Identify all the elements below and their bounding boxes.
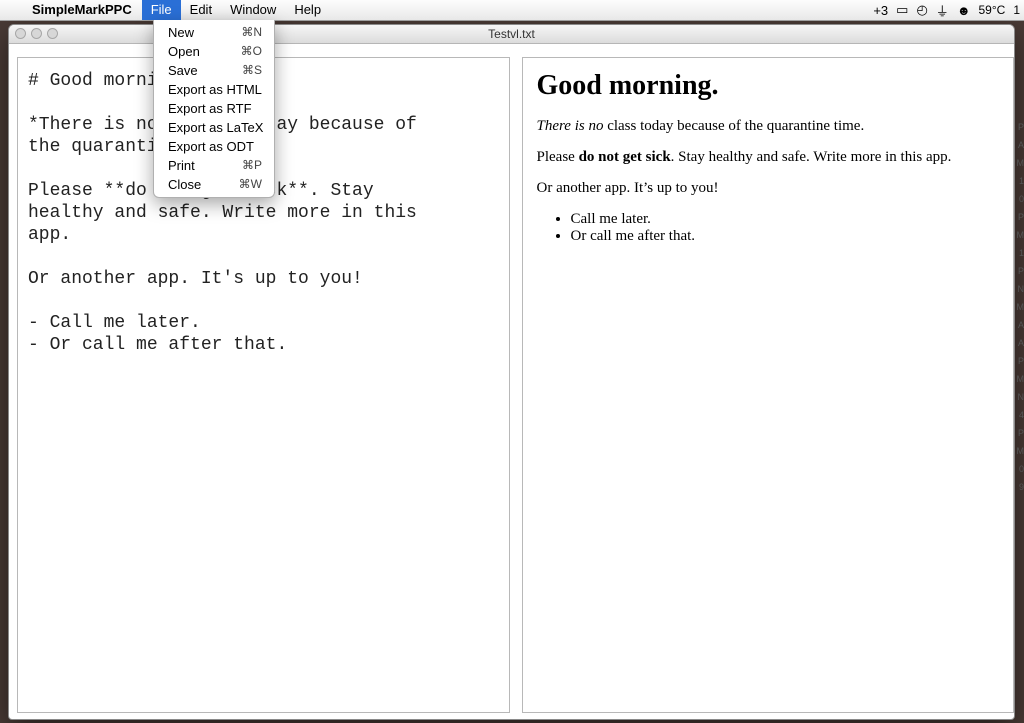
menu-item-shortcut: ⌘S bbox=[242, 62, 262, 79]
markdown-preview: Good morning. There is no class today be… bbox=[523, 58, 1014, 271]
preview-em: There is no bbox=[537, 118, 604, 134]
close-window-button[interactable] bbox=[15, 28, 26, 39]
preview-list-item: Call me later. bbox=[571, 211, 1000, 228]
network-icon[interactable]: ⏚ bbox=[936, 1, 949, 20]
menu-item-label: Save bbox=[168, 62, 198, 79]
menu-item-label: Export as LaTeX bbox=[168, 119, 263, 136]
preview-text: class today because of the quarantine ti… bbox=[603, 118, 864, 134]
menu-item-save[interactable]: Save ⌘S bbox=[154, 61, 274, 80]
menu-item-label: Export as ODT bbox=[168, 138, 254, 155]
menu-item-export-html[interactable]: Export as HTML bbox=[154, 80, 274, 99]
menu-file[interactable]: File bbox=[142, 0, 181, 20]
menu-item-label: Export as HTML bbox=[168, 81, 262, 98]
cpu-temp: 59°C bbox=[979, 3, 1006, 17]
menu-help[interactable]: Help bbox=[285, 0, 330, 20]
ghost-icon[interactable]: ☻ bbox=[957, 3, 971, 18]
preview-list: Call me later. Or call me after that. bbox=[555, 211, 1000, 245]
menu-item-label: New bbox=[168, 24, 194, 41]
preview-list-item: Or call me after that. bbox=[571, 228, 1000, 245]
zoom-window-button[interactable] bbox=[47, 28, 58, 39]
file-menu-dropdown: New ⌘N Open ⌘O Save ⌘S Export as HTML Ex… bbox=[153, 20, 275, 198]
preview-text: . Stay healthy and safe. Write more in t… bbox=[671, 149, 952, 165]
menu-edit[interactable]: Edit bbox=[181, 0, 221, 20]
menu-item-label: Open bbox=[168, 43, 200, 60]
menu-window[interactable]: Window bbox=[221, 0, 285, 20]
preview-strong: do not get sick bbox=[579, 149, 671, 165]
display-icon[interactable]: ▭ bbox=[896, 2, 908, 18]
menu-item-export-odt[interactable]: Export as ODT bbox=[154, 137, 274, 156]
status-badge: +3 bbox=[873, 3, 888, 18]
preview-paragraph-1: There is no class today because of the q… bbox=[537, 118, 1000, 135]
menu-item-close[interactable]: Close ⌘W bbox=[154, 175, 274, 194]
status-extra: 1 bbox=[1013, 3, 1020, 17]
menu-item-print[interactable]: Print ⌘P bbox=[154, 156, 274, 175]
preview-text: Please bbox=[537, 149, 579, 165]
minimize-window-button[interactable] bbox=[31, 28, 42, 39]
clock-icon[interactable]: ◴ bbox=[916, 2, 927, 18]
menu-item-shortcut: ⌘N bbox=[241, 24, 262, 41]
preview-paragraph-2: Please do not get sick. Stay healthy and… bbox=[537, 149, 1000, 166]
app-name[interactable]: SimpleMarkPPC bbox=[22, 0, 142, 20]
window-title: Testvl.txt bbox=[488, 27, 535, 41]
menu-item-shortcut: ⌘O bbox=[241, 43, 262, 60]
menu-item-export-latex[interactable]: Export as LaTeX bbox=[154, 118, 274, 137]
background-edge-strip: PAM 10P M1 PNM AAP MN4 PM0 9 bbox=[1016, 118, 1024, 496]
menu-item-shortcut: ⌘P bbox=[242, 157, 262, 174]
menu-item-shortcut: ⌘W bbox=[239, 176, 262, 193]
menu-item-label: Close bbox=[168, 176, 201, 193]
menu-bar: SimpleMarkPPC File Edit Window Help +3 ▭… bbox=[0, 0, 1024, 21]
menu-bar-status: +3 ▭ ◴ ⏚ ☻ 59°C 1 bbox=[873, 1, 1024, 20]
traffic-lights bbox=[15, 28, 58, 39]
preview-heading: Good morning. bbox=[537, 70, 1000, 102]
menu-item-new[interactable]: New ⌘N bbox=[154, 23, 274, 42]
menu-item-label: Export as RTF bbox=[168, 100, 252, 117]
preview-pane: Good morning. There is no class today be… bbox=[522, 57, 1015, 713]
menu-item-export-rtf[interactable]: Export as RTF bbox=[154, 99, 274, 118]
preview-paragraph-3: Or another app. It’s up to you! bbox=[537, 180, 1000, 197]
menu-item-label: Print bbox=[168, 157, 195, 174]
menu-item-open[interactable]: Open ⌘O bbox=[154, 42, 274, 61]
